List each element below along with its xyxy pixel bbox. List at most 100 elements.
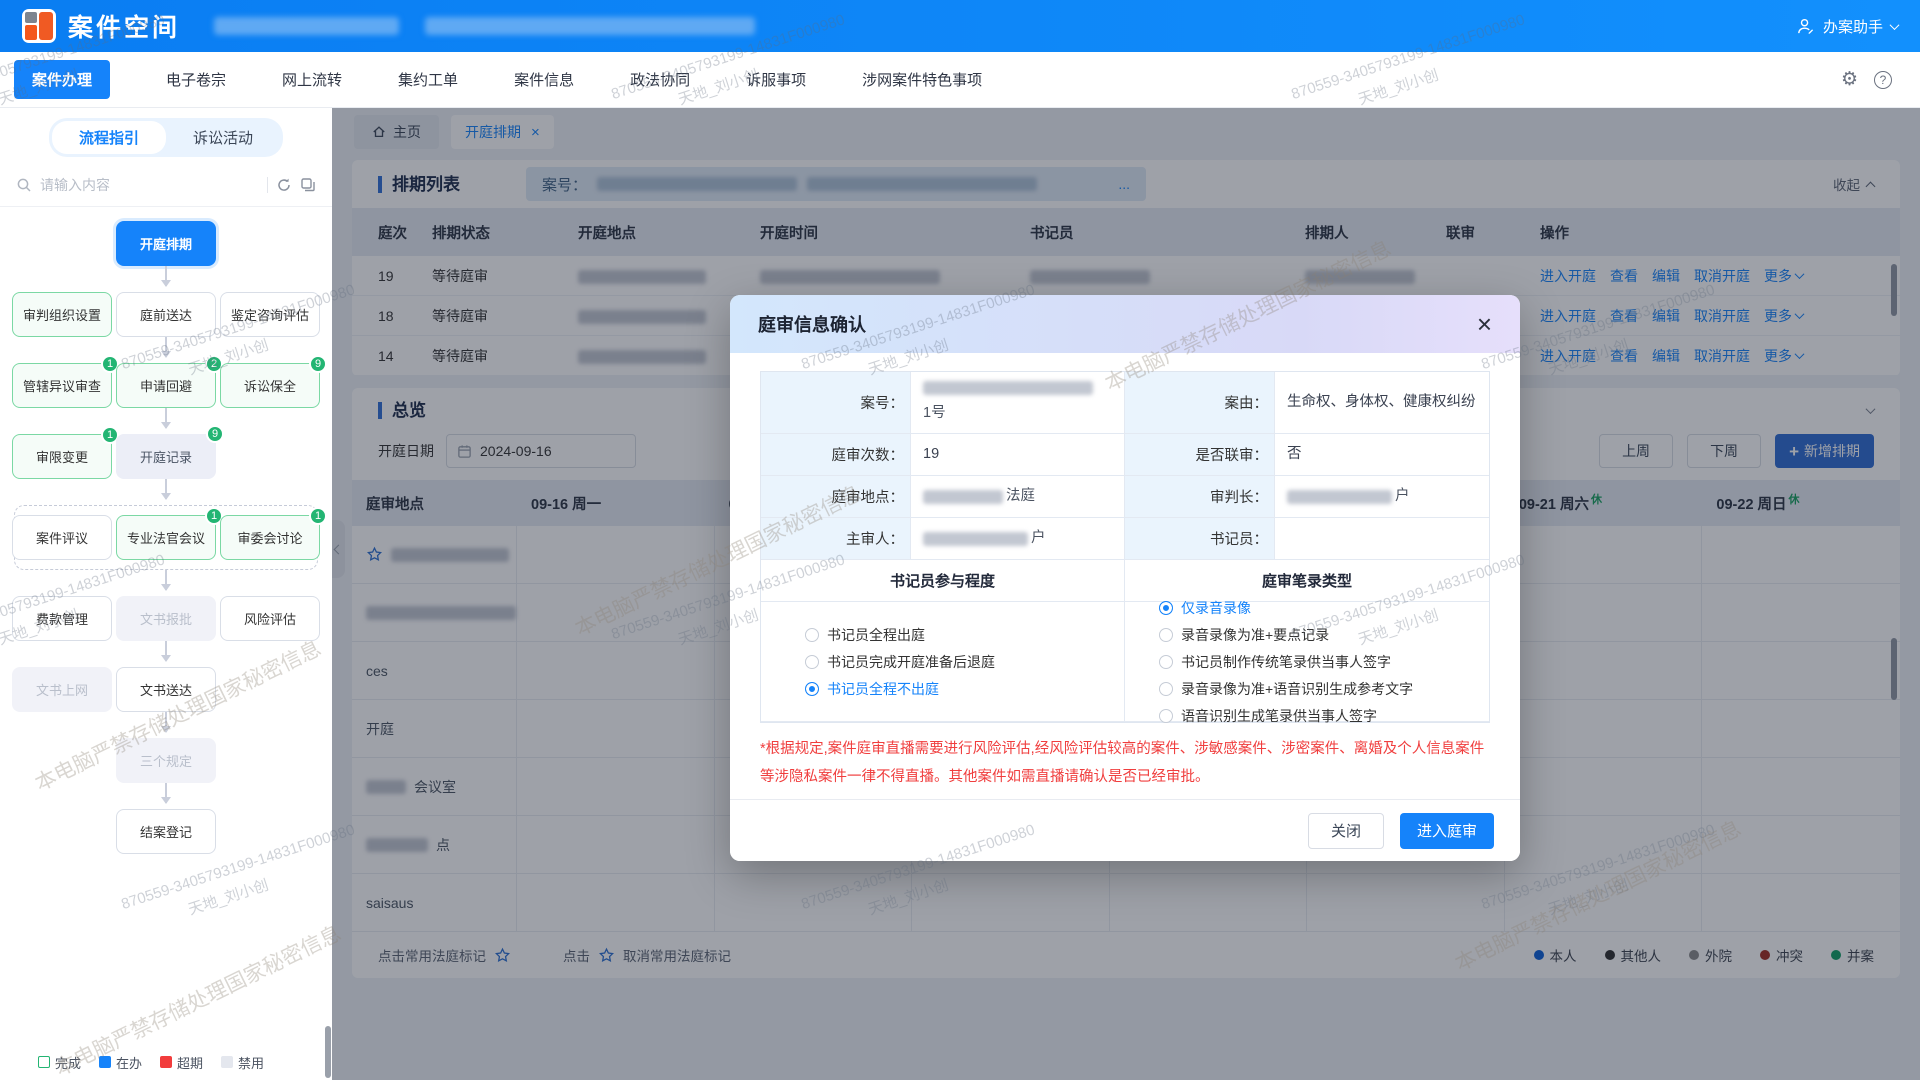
flow-node[interactable]: 文书送达 bbox=[116, 667, 216, 712]
navbar-tools: ⚙ ? bbox=[1841, 70, 1906, 89]
flow-node[interactable]: 风险评估 bbox=[220, 596, 320, 641]
arrow-down-icon bbox=[165, 570, 167, 590]
radio-label: 录音录像为准+要点记录 bbox=[1181, 625, 1329, 645]
flow-arrow-row bbox=[12, 712, 320, 738]
participation-option-1[interactable]: 书记员全程出庭 bbox=[805, 625, 1124, 645]
field-value-text: 法庭 bbox=[1006, 486, 1035, 508]
flow-empty-cell bbox=[220, 809, 320, 854]
radio-label: 仅录音录像 bbox=[1181, 598, 1251, 618]
legend-label: 完成 bbox=[55, 1053, 81, 1072]
field-label: 案号： bbox=[761, 372, 911, 434]
flow-node[interactable]: 文书上网 bbox=[12, 667, 112, 712]
flow-node[interactable]: 结案登记 bbox=[116, 809, 216, 854]
main-nav: 案件办理 电子卷宗 网上流转 集约工单 案件信息 政法协同 诉服事项 涉网案件特色事项 bbox=[14, 60, 982, 99]
radio-dot bbox=[805, 655, 819, 669]
sidebar-tab-2[interactable]: 诉讼活动 bbox=[166, 121, 280, 154]
flow-row: 三个规定 bbox=[12, 738, 320, 783]
nav-item-5[interactable]: 案件信息 bbox=[514, 69, 574, 90]
flow-arrow-row bbox=[12, 570, 320, 596]
nav-item-8[interactable]: 涉网案件特色事项 bbox=[862, 69, 982, 90]
arrow-down-icon bbox=[165, 337, 167, 357]
nav-item-3[interactable]: 网上流转 bbox=[282, 69, 342, 90]
sidebar-status-legend: 完成在办超期禁用 bbox=[0, 1044, 332, 1080]
arrow-down-icon bbox=[165, 641, 167, 661]
flow-node[interactable]: 申请回避2 bbox=[116, 363, 216, 408]
sidebar-tab-1[interactable]: 流程指引 bbox=[52, 121, 166, 154]
modal-body: 案号：1号案由：生命权、身体权、健康权纠纷庭审次数：19是否联审：否庭审地点：法… bbox=[730, 353, 1520, 792]
record-type-option-3[interactable]: 书记员制作传统笔录供当事人签字 bbox=[1159, 652, 1489, 672]
sidebar-scrollbar[interactable] bbox=[325, 1026, 331, 1078]
redacted-header-text bbox=[214, 17, 399, 35]
app-root: 案件空间 办案助手 案件办理电子卷宗网上流转集约工单案件信息政法协同诉服事项涉网… bbox=[0, 0, 1920, 1080]
hearing-info-table: 案号：1号案由：生命权、身体权、健康权纠纷庭审次数：19是否联审：否庭审地点：法… bbox=[760, 371, 1490, 723]
field-label: 案由： bbox=[1125, 372, 1275, 434]
field-value: 户 bbox=[911, 518, 1125, 560]
radio-dot bbox=[805, 682, 819, 696]
refresh-icon[interactable] bbox=[276, 177, 292, 193]
count-badge: 1 bbox=[309, 507, 327, 525]
nav-item-4[interactable]: 集约工单 bbox=[398, 69, 458, 90]
flow-node[interactable]: 鉴定咨询评估 bbox=[220, 292, 320, 337]
assistant-menu[interactable]: 办案助手 bbox=[1796, 16, 1898, 37]
app-logo-icon bbox=[22, 9, 56, 43]
field-value: 户 bbox=[1275, 476, 1489, 518]
help-icon[interactable]: ? bbox=[1874, 71, 1892, 89]
flow-node[interactable]: 文书报批 bbox=[116, 596, 216, 641]
modal-close-icon[interactable]: × bbox=[1477, 311, 1492, 337]
flow-node[interactable]: 庭前送达 bbox=[116, 292, 216, 337]
field-value-text: 19 bbox=[923, 444, 939, 466]
flow-node[interactable]: 审委会讨论1 bbox=[220, 515, 320, 560]
legend-item: 超期 bbox=[160, 1053, 203, 1072]
field-value: 生命权、身体权、健康权纠纷 bbox=[1275, 372, 1489, 434]
flow-node[interactable]: 诉讼保全9 bbox=[220, 363, 320, 408]
field-label: 主审人： bbox=[761, 518, 911, 560]
legend-label: 超期 bbox=[177, 1053, 203, 1072]
field-label: 是否联审： bbox=[1125, 434, 1275, 476]
legend-item: 在办 bbox=[99, 1053, 142, 1072]
process-flowchart: 开庭排期审判组织设置庭前送达鉴定咨询评估管辖异议审查1申请回避2诉讼保全9 审限变… bbox=[0, 207, 332, 854]
record-type-option-4[interactable]: 录音录像为准+语音识别生成参考文字 bbox=[1159, 679, 1489, 699]
settings-gear-icon[interactable]: ⚙ bbox=[1841, 70, 1858, 89]
nav-item-6[interactable]: 政法协同 bbox=[630, 69, 690, 90]
close-button[interactable]: 关闭 bbox=[1308, 813, 1384, 849]
field-value: 法庭 bbox=[911, 476, 1125, 518]
arrow-down-icon bbox=[165, 479, 167, 499]
flow-row: 费款管理文书报批风险评估 bbox=[12, 596, 320, 641]
flow-arrow-row bbox=[12, 266, 320, 292]
enter-trial-button[interactable]: 进入庭审 bbox=[1400, 813, 1494, 849]
flow-node[interactable]: 审判组织设置 bbox=[12, 292, 112, 337]
flow-node[interactable]: 开庭记录9 bbox=[116, 434, 216, 479]
sidebar-tabs: 流程指引诉讼活动 bbox=[49, 118, 283, 157]
flow-empty-cell bbox=[220, 667, 320, 712]
record-type-option-1[interactable]: 仅录音录像 bbox=[1159, 598, 1489, 618]
flow-row: 开庭排期 bbox=[12, 221, 320, 266]
modal-title: 庭审信息确认 bbox=[758, 311, 866, 337]
field-value-text: 生命权、身体权、健康权纠纷 bbox=[1287, 392, 1476, 414]
flow-node[interactable]: 案件评议 bbox=[12, 515, 112, 560]
nav-item-7[interactable]: 诉服事项 bbox=[746, 69, 806, 90]
flow-empty-cell bbox=[12, 809, 112, 854]
flow-node[interactable]: 管辖异议审查1 bbox=[12, 363, 112, 408]
nav-item-2[interactable]: 电子卷宗 bbox=[166, 69, 226, 90]
search-input[interactable] bbox=[40, 177, 259, 193]
record-type-header: 庭审笔录类型 bbox=[1125, 560, 1489, 602]
field-value-text: 户 bbox=[1395, 486, 1410, 508]
record-type-option-2[interactable]: 录音录像为准+要点记录 bbox=[1159, 625, 1489, 645]
record-type-option-5[interactable]: 语音识别生成笔录供当事人签字 bbox=[1159, 706, 1489, 726]
participation-option-2[interactable]: 书记员完成开庭准备后退庭 bbox=[805, 652, 1124, 672]
flow-empty-cell bbox=[220, 434, 320, 479]
participation-option-3[interactable]: 书记员全程不出庭 bbox=[805, 679, 1124, 699]
layers-icon[interactable] bbox=[300, 177, 316, 193]
flow-node[interactable]: 三个规定 bbox=[116, 738, 216, 783]
nav-item-1[interactable]: 案件办理 bbox=[14, 60, 110, 99]
flow-node[interactable]: 开庭排期 bbox=[116, 221, 216, 266]
flow-node[interactable]: 费款管理 bbox=[12, 596, 112, 641]
flow-node[interactable]: 审限变更1 bbox=[12, 434, 112, 479]
radio-label: 书记员完成开庭准备后退庭 bbox=[827, 652, 995, 672]
field-value: 1号 bbox=[911, 372, 1125, 434]
radio-label: 录音录像为准+语音识别生成参考文字 bbox=[1181, 679, 1413, 699]
field-label: 审判长： bbox=[1125, 476, 1275, 518]
radio-dot bbox=[1159, 655, 1173, 669]
arrow-down-icon bbox=[165, 712, 167, 732]
flow-node[interactable]: 专业法官会议1 bbox=[116, 515, 216, 560]
